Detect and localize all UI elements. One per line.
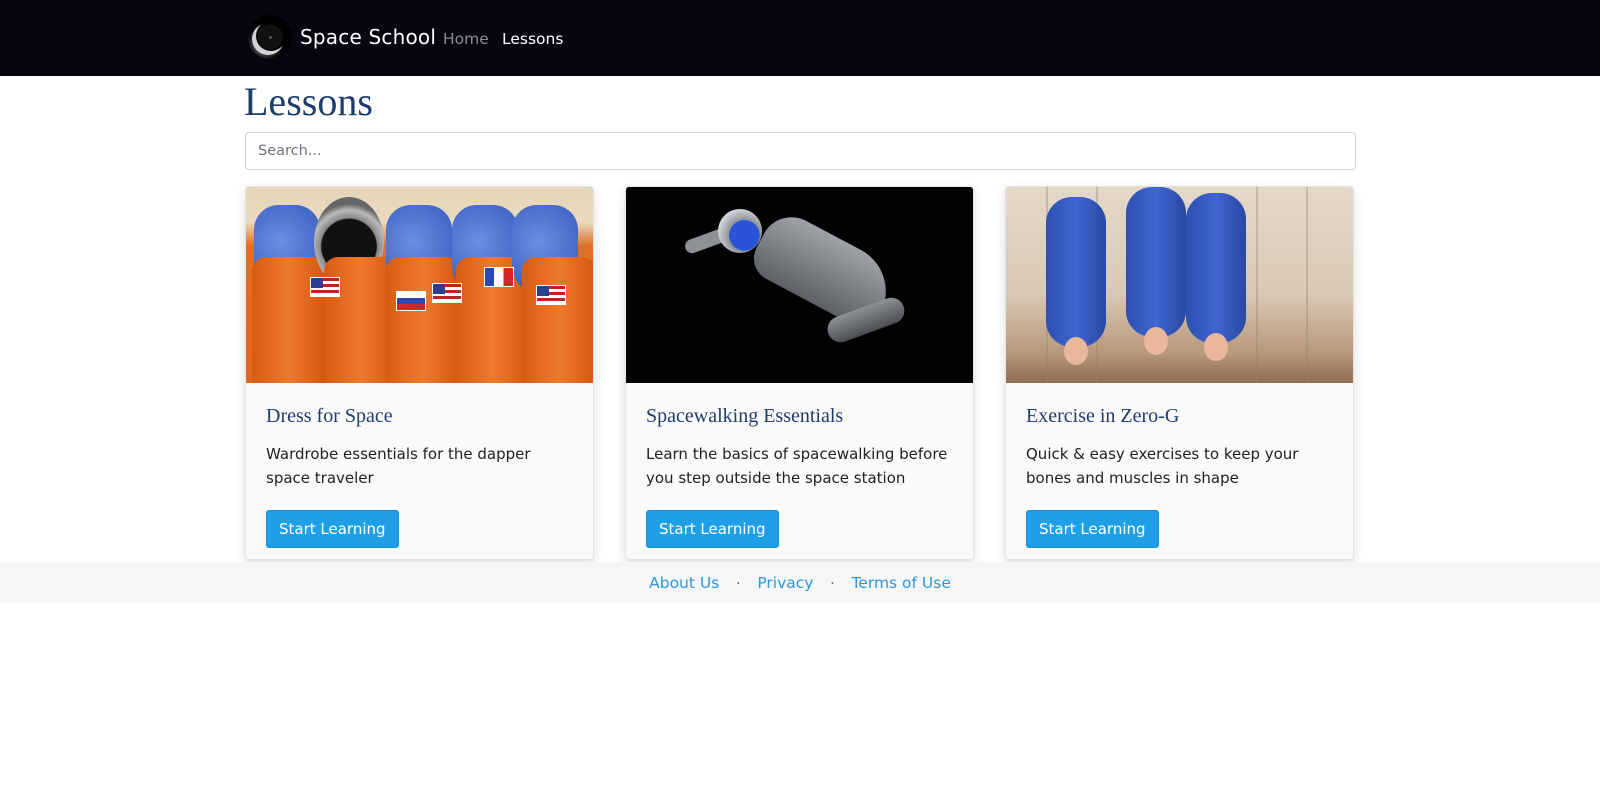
footer-link-privacy[interactable]: Privacy: [757, 574, 813, 592]
nav-link-lessons[interactable]: Lessons: [502, 30, 563, 48]
card-title: Dress for Space: [266, 405, 393, 427]
footer-separator: ·: [736, 577, 741, 592]
lesson-card-spacewalking: Spacewalking Essentials Learn the basics…: [625, 186, 974, 560]
eclipse-logo-icon: [248, 15, 292, 59]
footer-links: About Us · Privacy · Terms of Use: [0, 574, 1600, 592]
start-learning-button[interactable]: Start Learning: [266, 510, 399, 548]
card-text: Learn the basics of spacewalking before …: [646, 445, 948, 487]
footer: About Us · Privacy · Terms of Use: [0, 562, 1600, 602]
footer-link-about-us[interactable]: About Us: [649, 574, 719, 592]
card-text: Wardrobe essentials for the dapper space…: [266, 445, 531, 487]
start-learning-button[interactable]: Start Learning: [646, 510, 779, 548]
footer-link-terms-of-use[interactable]: Terms of Use: [851, 574, 950, 592]
brand[interactable]: Space School: [248, 14, 436, 60]
lesson-card-exercise-zero-g: Exercise in Zero-G Quick & easy exercise…: [1005, 186, 1354, 560]
spacesuits-image: [246, 187, 593, 383]
search-input[interactable]: [245, 132, 1356, 170]
card-text: Quick & easy exercises to keep your bone…: [1026, 445, 1299, 487]
footer-separator: ·: [830, 577, 835, 592]
astronaut-image: [626, 187, 973, 383]
card-title: Spacewalking Essentials: [646, 405, 844, 427]
nav-link-home[interactable]: Home: [443, 30, 489, 48]
navbar: Space School Home Lessons: [0, 0, 1600, 76]
start-learning-button[interactable]: Start Learning: [1026, 510, 1159, 548]
page-title: Lessons: [244, 79, 373, 124]
brand-name: Space School: [300, 25, 437, 49]
card-title: Exercise in Zero-G: [1026, 405, 1180, 427]
zero-gravity-image: [1006, 187, 1353, 383]
lesson-card-dress-for-space: Dress for Space Wardrobe essentials for …: [245, 186, 594, 560]
